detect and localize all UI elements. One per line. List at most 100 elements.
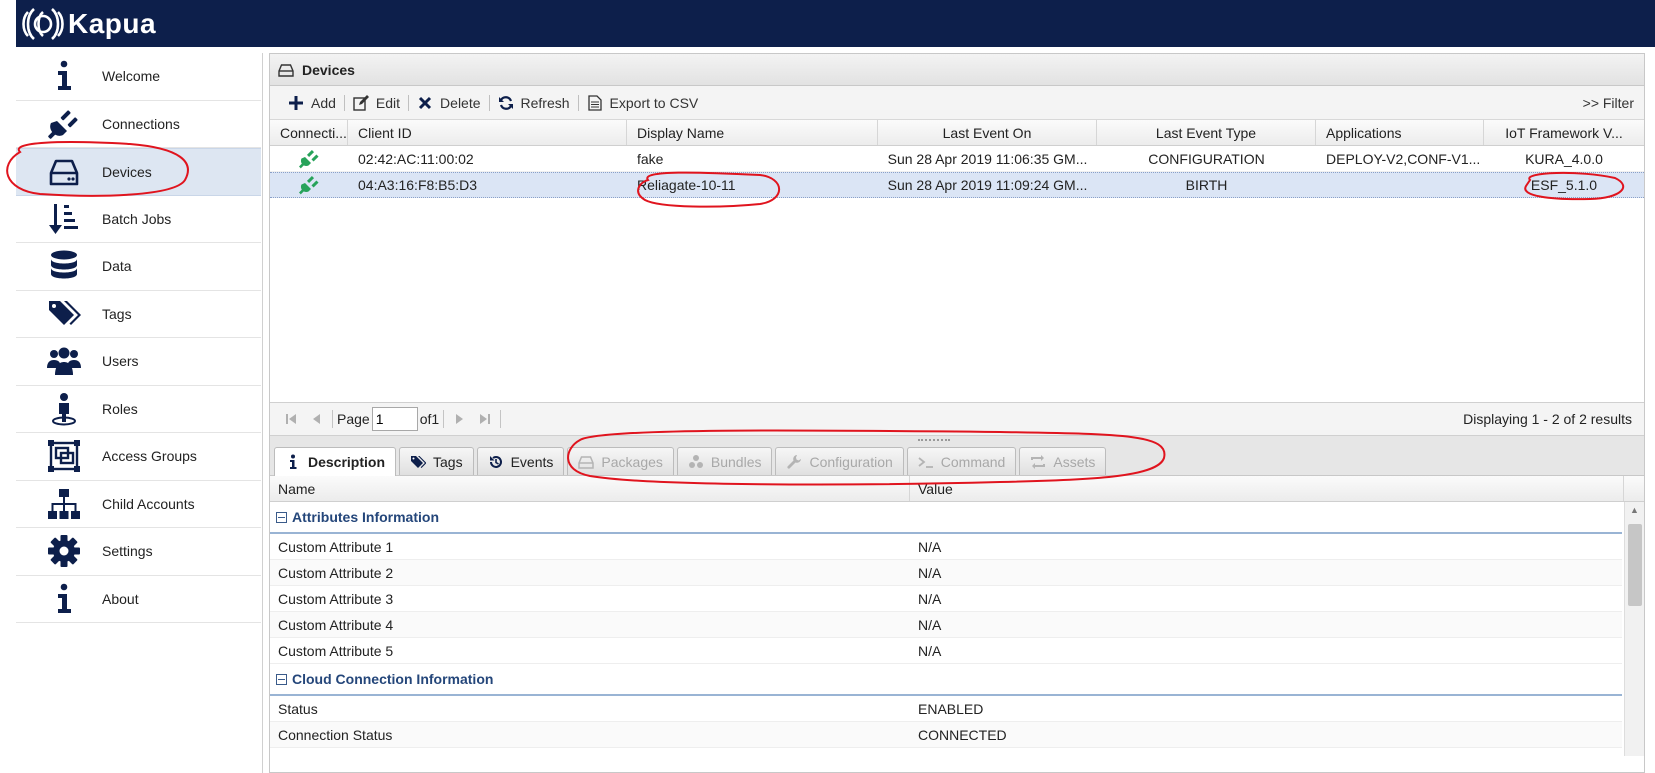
column-header-last-event-on[interactable]: Last Event On — [878, 120, 1097, 145]
filter-toggle[interactable]: >> Filter — [1583, 95, 1634, 111]
device-icon — [43, 154, 85, 190]
tab-description[interactable]: Description — [274, 447, 397, 476]
history-icon — [489, 455, 502, 468]
last-event-type-cell: BIRTH — [1185, 177, 1228, 193]
last-event-on-cell: Sun 28 Apr 2019 11:06:35 GM... — [887, 150, 1088, 167]
kapua-logo-icon — [22, 7, 64, 40]
tab-configuration: Configuration — [775, 447, 904, 475]
property-row: Custom Attribute 4 N/A — [270, 612, 1622, 638]
sidebar-item-connections[interactable]: Connections — [16, 101, 261, 148]
sidebar-item-data[interactable]: Data — [16, 243, 261, 291]
detail-tabs: Description Tags Events Packages Bundles… — [274, 447, 1109, 476]
column-header-value[interactable]: Value — [910, 476, 1624, 501]
collapse-icon[interactable] — [276, 511, 287, 523]
info-icon — [43, 58, 85, 94]
column-header-name[interactable]: Name — [270, 476, 910, 501]
client-id-cell: 04:A3:16:F8:B5:D3 — [358, 177, 478, 193]
iot-framework-cell: KURA_4.0.0 — [1525, 150, 1603, 167]
export-csv-button[interactable]: Export to CSV — [579, 95, 707, 111]
group-attributes-information[interactable]: Attributes Information — [270, 502, 1622, 534]
users-icon — [43, 343, 85, 379]
tab-tags[interactable]: Tags — [399, 447, 474, 475]
property-name: Custom Attribute 5 — [278, 642, 394, 659]
property-row: Status ENABLED — [270, 696, 1622, 722]
property-value: N/A — [918, 616, 942, 633]
sidebar-nav: Welcome Connections Devices Batch Jobs D… — [16, 53, 261, 773]
app-title: Kapua — [68, 7, 157, 39]
next-page-button[interactable] — [450, 410, 468, 428]
scroll-up-icon[interactable]: ▲ — [1625, 502, 1644, 518]
access-groups-icon — [43, 438, 85, 474]
property-name: Custom Attribute 4 — [278, 616, 394, 633]
gear-icon — [43, 533, 85, 569]
close-icon — [418, 96, 432, 109]
property-row: Custom Attribute 5 N/A — [270, 638, 1622, 664]
sidebar-item-about[interactable]: About — [16, 576, 261, 623]
sidebar-item-access-groups[interactable]: Access Groups — [16, 433, 261, 481]
hierarchy-icon — [43, 486, 85, 522]
applications-cell: DEPLOY-V2,CONF-V1... — [1326, 150, 1481, 167]
property-value: N/A — [918, 564, 942, 581]
refresh-button[interactable]: Refresh — [490, 95, 578, 111]
devices-grid: Connecti... Client ID Display Name Last … — [270, 120, 1644, 402]
tab-bundles: Bundles — [676, 447, 773, 475]
edit-button[interactable]: Edit — [345, 94, 408, 111]
column-header-applications[interactable]: Applications — [1316, 120, 1484, 145]
column-header-connection[interactable]: Connecti... — [270, 120, 348, 145]
group-cloud-connection-information[interactable]: Cloud Connection Information — [270, 664, 1622, 696]
last-event-on-cell: Sun 28 Apr 2019 11:09:24 GM... — [887, 177, 1088, 193]
top-bar: Kapua — [16, 0, 1655, 47]
info-icon — [43, 581, 85, 617]
sidebar-item-child-accounts[interactable]: Child Accounts — [16, 481, 261, 528]
wrench-icon — [787, 454, 802, 469]
scroll-thumb[interactable] — [1628, 524, 1642, 606]
info-icon — [290, 454, 297, 469]
sidebar-item-tags[interactable]: Tags — [16, 291, 261, 338]
grid-header: Connecti... Client ID Display Name Last … — [270, 120, 1644, 146]
column-header-iot-framework[interactable]: IoT Framework V... — [1484, 120, 1644, 145]
delete-button[interactable]: Delete — [409, 95, 488, 111]
collapse-icon[interactable] — [276, 673, 287, 685]
tags-icon — [411, 455, 427, 468]
pagination-bar: Page of1 Displaying 1 - 2 of 2 results — [270, 402, 1644, 436]
client-id-cell: 02:42:AC:11:00:02 — [358, 150, 474, 167]
package-icon — [578, 455, 595, 469]
prev-page-button[interactable] — [308, 410, 326, 428]
properties-scrollbar[interactable]: ▲ — [1624, 502, 1644, 756]
last-page-button[interactable] — [476, 410, 494, 428]
property-name: Custom Attribute 1 — [278, 538, 394, 555]
sidebar-item-welcome[interactable]: Welcome — [16, 53, 261, 101]
plug-icon — [299, 175, 319, 195]
page-count-label: of1 — [419, 411, 440, 427]
first-page-button[interactable] — [282, 410, 300, 428]
assets-icon — [1031, 454, 1046, 469]
kapua-logo[interactable]: Kapua — [16, 4, 156, 44]
plug-icon — [299, 149, 319, 168]
connection-status-cell — [270, 173, 348, 197]
device-properties-grid: Name Value Attributes Information Custom… — [270, 476, 1644, 756]
panel-header: Devices — [270, 54, 1644, 86]
splitter-handle[interactable] — [918, 439, 950, 443]
first-page-icon — [286, 414, 296, 424]
property-name: Custom Attribute 3 — [278, 590, 394, 607]
property-row: Custom Attribute 2 N/A — [270, 560, 1622, 586]
property-value: ENABLED — [918, 700, 984, 717]
sidebar-item-settings[interactable]: Settings — [16, 528, 261, 576]
sidebar-item-devices[interactable]: Devices — [16, 148, 261, 196]
add-button[interactable]: Add — [280, 95, 344, 111]
iot-framework-cell: ESF_5.1.0 — [1530, 177, 1598, 193]
property-value: N/A — [918, 590, 942, 607]
column-header-last-event-type[interactable]: Last Event Type — [1097, 120, 1316, 145]
table-row[interactable]: 02:42:AC:11:00:02 fake Sun 28 Apr 2019 1… — [270, 146, 1644, 172]
sidebar-item-roles[interactable]: Roles — [16, 386, 261, 433]
sidebar-item-batch-jobs[interactable]: Batch Jobs — [16, 196, 261, 243]
page-number-input[interactable] — [371, 407, 418, 431]
column-header-display-name[interactable]: Display Name — [627, 120, 878, 145]
column-header-client-id[interactable]: Client ID — [348, 120, 627, 145]
connection-status-cell — [270, 146, 348, 171]
sidebar-item-users[interactable]: Users — [16, 338, 261, 386]
display-name-cell: fake — [637, 150, 664, 167]
table-row-selected[interactable]: 04:A3:16:F8:B5:D3 Reliagate-10-11 Sun 28… — [270, 172, 1644, 198]
plus-icon — [289, 95, 303, 110]
tab-events[interactable]: Events — [476, 447, 565, 475]
